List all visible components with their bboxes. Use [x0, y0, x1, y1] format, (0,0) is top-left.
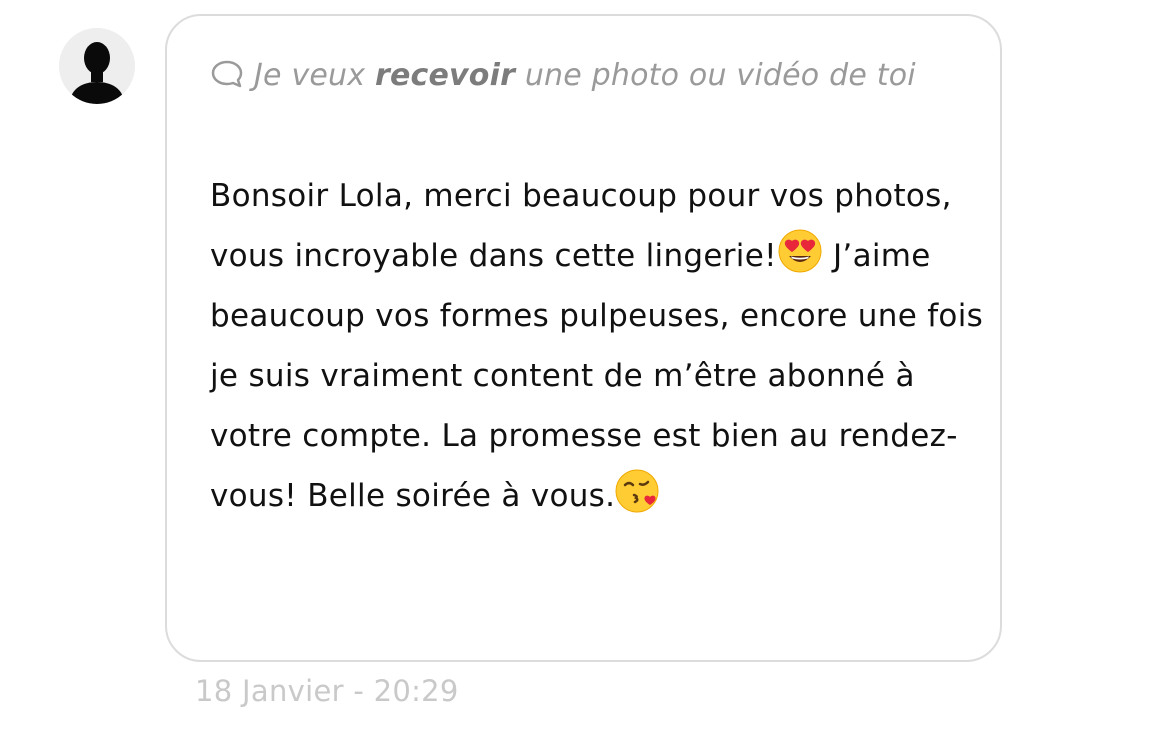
request-suffix: une photo ou vidéo de toi: [515, 58, 916, 93]
person-silhouette-icon: [59, 28, 135, 104]
avatar[interactable]: [59, 28, 135, 104]
message-bubble: Je veux recevoir une photo ou vidéo de t…: [165, 14, 1002, 662]
request-prefix: Je veux: [254, 58, 375, 93]
message-body: Bonsoir Lola, merci beaucoup pour vos ph…: [210, 166, 985, 526]
kissing-heart-emoji: [615, 469, 659, 513]
message-timestamp: 18 Janvier - 20:29: [195, 674, 459, 708]
media-request: Je veux recevoir une photo ou vidéo de t…: [210, 46, 970, 106]
chat-bubble-icon: [211, 60, 243, 88]
heart-eyes-emoji: [778, 229, 822, 273]
message-text-part2: J’aime beaucoup vos formes pulpeuses, en…: [210, 238, 984, 514]
request-bold-word: recevoir: [374, 58, 516, 93]
